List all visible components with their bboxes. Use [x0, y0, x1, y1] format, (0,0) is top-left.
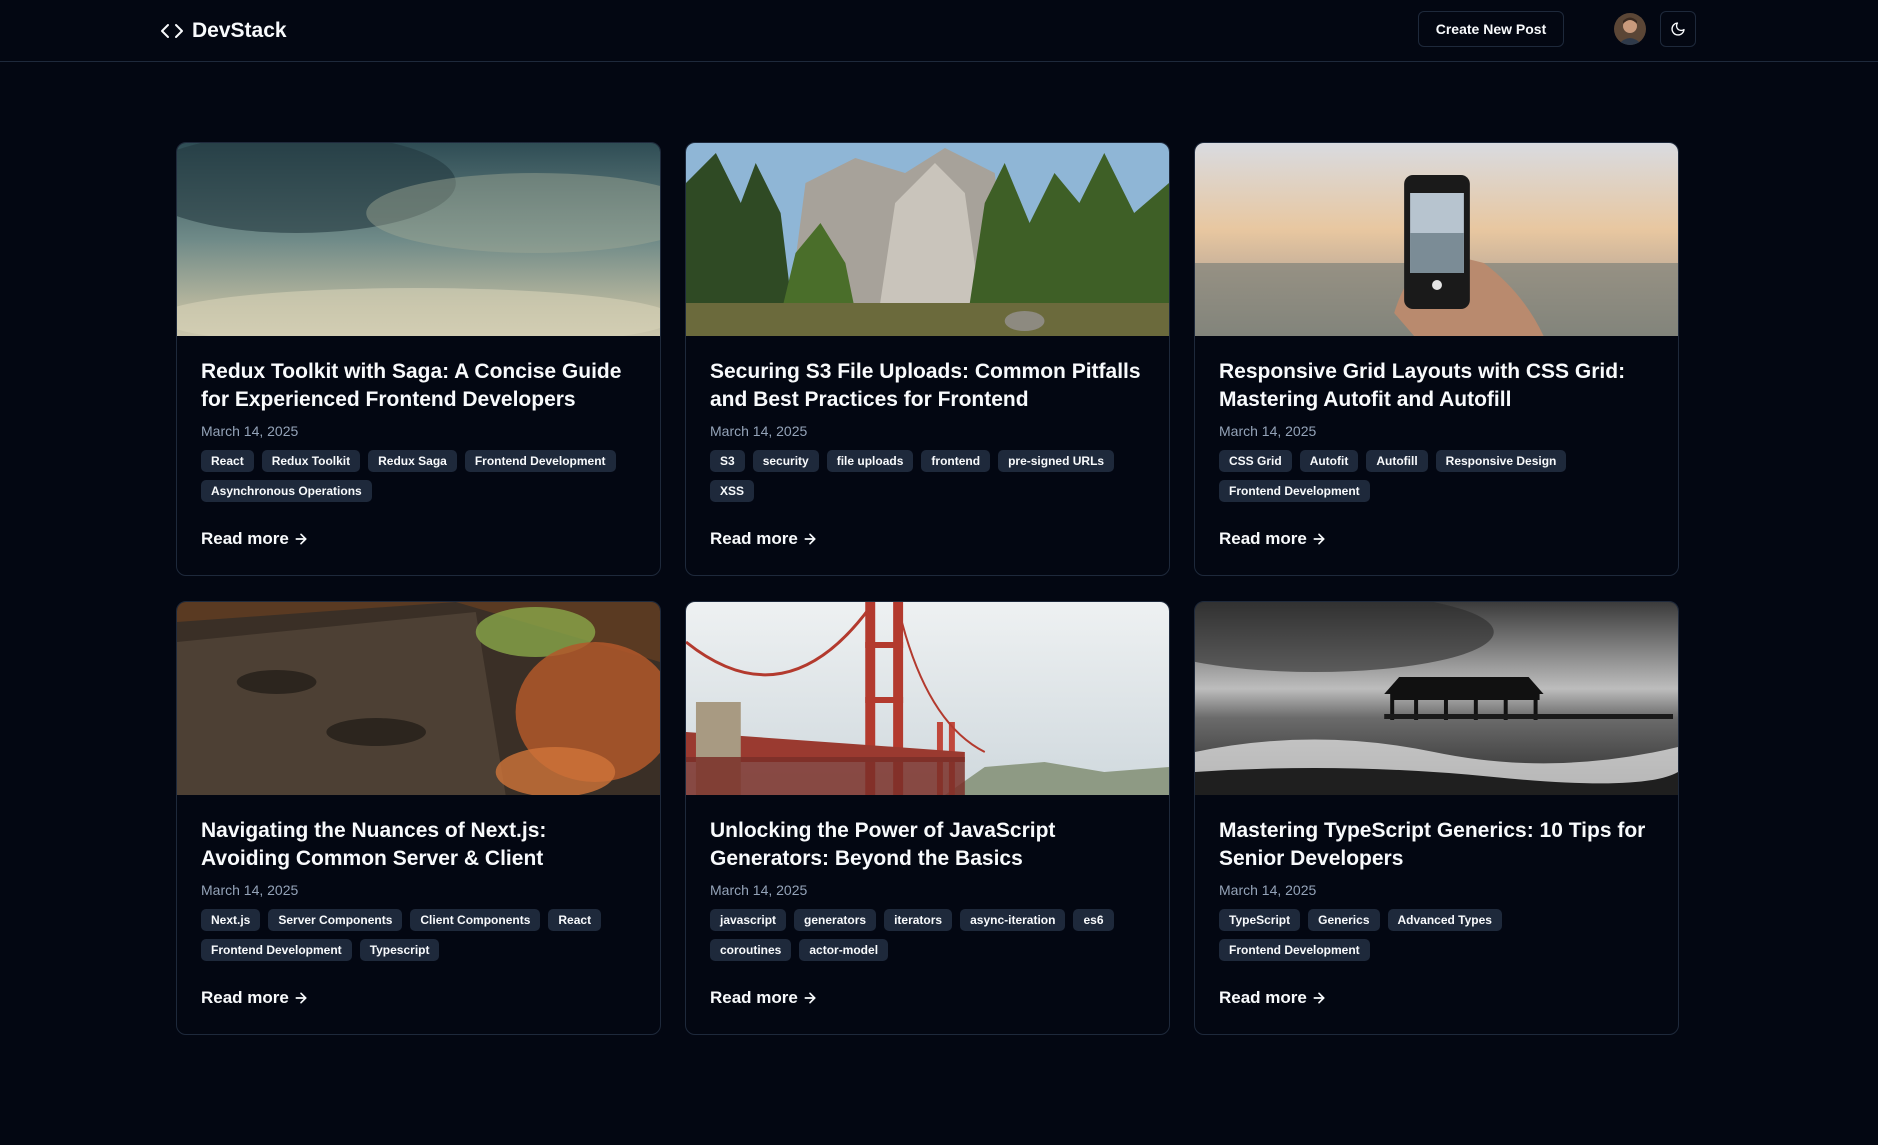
tag-badge[interactable]: iterators [884, 909, 953, 931]
tag-badge[interactable]: TypeScript [1219, 909, 1301, 931]
post-cover-image [686, 602, 1169, 795]
post-tags: TypeScript Generics Advanced Types Front… [1219, 909, 1654, 969]
read-more-link[interactable]: Read more [201, 988, 309, 1008]
theme-toggle-button[interactable] [1660, 11, 1696, 47]
tag-badge[interactable]: coroutines [710, 939, 792, 961]
moon-icon [1671, 22, 1685, 36]
tag-badge[interactable]: Frontend Development [464, 450, 616, 472]
brand-name: DevStack [192, 19, 287, 42]
tag-badge[interactable]: Autofill [1366, 450, 1428, 472]
read-more-label: Read more [1219, 529, 1307, 548]
post-tags: javascript generators iterators async-it… [710, 909, 1145, 969]
code-icon [161, 24, 183, 38]
read-more-label: Read more [1219, 988, 1307, 1007]
post-card[interactable]: Unlocking the Power of JavaScript Genera… [685, 601, 1170, 1035]
arrow-right-icon [295, 533, 307, 545]
tag-badge[interactable]: async-iteration [960, 909, 1066, 931]
post-title[interactable]: Securing S3 File Uploads: Common Pitfall… [710, 358, 1145, 414]
read-more-label: Read more [710, 988, 798, 1007]
post-tags: CSS Grid Autofit Autofill Responsive Des… [1219, 450, 1654, 510]
tag-badge[interactable]: pre-signed URLs [998, 450, 1115, 472]
tag-badge[interactable]: Frontend Development [201, 939, 352, 961]
post-cover-image [1195, 602, 1678, 795]
post-cover-image [686, 143, 1169, 336]
tag-badge[interactable]: frontend [921, 450, 991, 472]
post-date: March 14, 2025 [710, 423, 808, 439]
tag-badge[interactable]: Redux Saga [368, 450, 457, 472]
avatar-image [1614, 13, 1646, 45]
arrow-right-icon [1313, 533, 1325, 545]
arrow-right-icon [295, 992, 307, 1004]
tag-badge[interactable]: es6 [1073, 909, 1114, 931]
read-more-label: Read more [201, 529, 289, 548]
post-card[interactable]: Mastering TypeScript Generics: 10 Tips f… [1194, 601, 1679, 1035]
post-title[interactable]: Navigating the Nuances of Next.js: Avoid… [201, 817, 636, 873]
tag-badge[interactable]: Next.js [201, 909, 261, 931]
post-title[interactable]: Unlocking the Power of JavaScript Genera… [710, 817, 1145, 873]
post-card[interactable]: Redux Toolkit with Saga: A Concise Guide… [176, 142, 661, 576]
read-more-link[interactable]: Read more [710, 988, 818, 1008]
tag-badge[interactable]: S3 [710, 450, 745, 472]
avatar[interactable] [1614, 13, 1646, 45]
tag-badge[interactable]: Frontend Development [1219, 480, 1370, 502]
tag-badge[interactable]: Server Components [268, 909, 403, 931]
tag-badge[interactable]: Generics [1308, 909, 1380, 931]
tag-badge[interactable]: Typescript [359, 939, 440, 961]
tag-badge[interactable]: CSS Grid [1219, 450, 1292, 472]
post-title[interactable]: Redux Toolkit with Saga: A Concise Guide… [201, 358, 636, 414]
tag-badge[interactable]: Responsive Design [1435, 450, 1567, 472]
post-title[interactable]: Responsive Grid Layouts with CSS Grid: M… [1219, 358, 1654, 414]
tag-badge[interactable]: actor-model [799, 939, 889, 961]
tag-badge[interactable]: React [201, 450, 254, 472]
tag-badge[interactable]: Frontend Development [1219, 939, 1370, 961]
post-date: March 14, 2025 [201, 423, 299, 439]
post-date: March 14, 2025 [1219, 882, 1317, 898]
arrow-right-icon [804, 533, 816, 545]
brand-logo[interactable]: DevStack [160, 16, 287, 46]
tag-badge[interactable]: Redux Toolkit [261, 450, 361, 472]
post-tags: S3 security file uploads frontend pre-si… [710, 450, 1145, 510]
arrow-right-icon [1313, 992, 1325, 1004]
tag-badge[interactable]: React [548, 909, 602, 931]
tag-badge[interactable]: security [752, 450, 819, 472]
post-card[interactable]: Securing S3 File Uploads: Common Pitfall… [685, 142, 1170, 576]
post-title[interactable]: Mastering TypeScript Generics: 10 Tips f… [1219, 817, 1654, 873]
read-more-label: Read more [201, 988, 289, 1007]
read-more-label: Read more [710, 529, 798, 548]
read-more-link[interactable]: Read more [1219, 988, 1327, 1008]
post-cover-image [177, 602, 660, 795]
tag-badge[interactable]: Client Components [410, 909, 541, 931]
post-cover-image [177, 143, 660, 336]
post-date: March 14, 2025 [1219, 423, 1317, 439]
top-navbar: DevStack Create New Post [0, 0, 1878, 62]
read-more-link[interactable]: Read more [710, 529, 818, 549]
tag-badge[interactable]: Autofit [1299, 450, 1359, 472]
post-grid: Redux Toolkit with Saga: A Concise Guide… [176, 142, 1680, 1035]
post-card[interactable]: Responsive Grid Layouts with CSS Grid: M… [1194, 142, 1679, 576]
read-more-link[interactable]: Read more [1219, 529, 1327, 549]
tag-badge[interactable]: file uploads [826, 450, 914, 472]
tag-badge[interactable]: javascript [710, 909, 787, 931]
tag-badge[interactable]: generators [794, 909, 877, 931]
tag-badge[interactable]: Advanced Types [1387, 909, 1502, 931]
tag-badge[interactable]: XSS [710, 480, 755, 502]
post-card[interactable]: Navigating the Nuances of Next.js: Avoid… [176, 601, 661, 1035]
create-new-post-button[interactable]: Create New Post [1418, 11, 1564, 47]
post-tags: Next.js Server Components Client Compone… [201, 909, 636, 969]
post-tags: React Redux Toolkit Redux Saga Frontend … [201, 450, 636, 510]
read-more-link[interactable]: Read more [201, 529, 309, 549]
arrow-right-icon [804, 992, 816, 1004]
tag-badge[interactable]: Asynchronous Operations [201, 480, 372, 502]
post-date: March 14, 2025 [710, 882, 808, 898]
post-cover-image [1195, 143, 1678, 336]
post-date: March 14, 2025 [201, 882, 299, 898]
